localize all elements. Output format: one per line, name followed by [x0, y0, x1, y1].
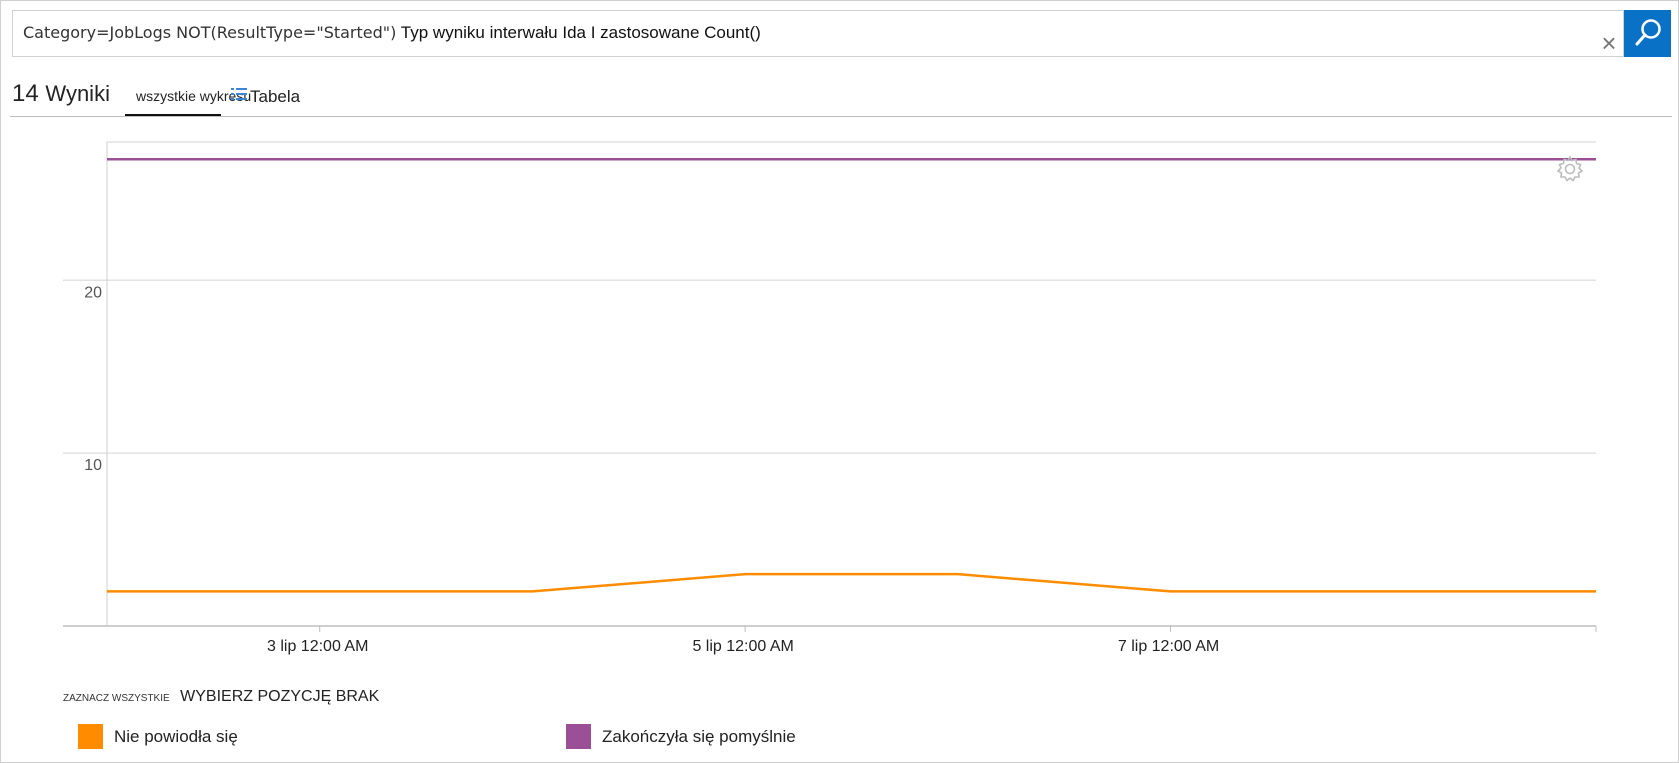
- search-input[interactable]: Category=JobLogs NOT(ResultType="Started…: [23, 23, 761, 43]
- select-none-button[interactable]: WYBIERZ POZYCJĘ BRAK: [180, 688, 379, 705]
- legend-label: Nie powiodła się: [114, 727, 238, 746]
- divider: [10, 116, 1672, 117]
- results-label: Wyniki: [45, 81, 110, 106]
- select-all-button[interactable]: ZAZNACZ WSZYSTKIE: [63, 693, 170, 704]
- query-description: Typ wyniku interwału Ida I zastosowane C…: [400, 23, 761, 42]
- line-chart: 10 20 3 lip 12:00 AM 5 lip 12:00 AM 7 lip 12…: [63, 141, 1597, 655]
- legend-swatch: [78, 724, 103, 749]
- series-line-0: [107, 572, 1596, 593]
- legend-swatch: [566, 724, 591, 749]
- query-text: Category=JobLogs NOT(ResultType="Started…: [23, 23, 397, 42]
- table-icon: [231, 87, 247, 106]
- close-icon[interactable]: ×: [1597, 30, 1621, 56]
- search-icon: [1635, 19, 1661, 46]
- y-tick-label: 20: [84, 284, 102, 301]
- results-count: 14 Wyniki: [12, 80, 110, 108]
- x-tick-label: 7 lip 12:00 AM: [1118, 638, 1219, 655]
- search-button[interactable]: [1624, 10, 1671, 57]
- legend-label: Zakończyła się pomyślnie: [602, 727, 796, 746]
- legend-controls: ZAZNACZ WSZYSTKIE WYBIERZ POZYCJĘ BRAK: [63, 688, 379, 706]
- tab-table[interactable]: Tabela: [250, 87, 300, 107]
- x-tick-label: 5 lip 12:00 AM: [692, 638, 793, 655]
- gear-icon[interactable]: [1555, 154, 1585, 189]
- search-bar[interactable]: Category=JobLogs NOT(ResultType="Started…: [12, 10, 1624, 57]
- x-tick-label: 3 lip 12:00 AM: [267, 638, 368, 655]
- results-header: 14 Wyniki wszystkie wykresu Tabela: [12, 80, 1672, 120]
- results-number: 14: [12, 80, 39, 107]
- y-tick-label: 10: [84, 457, 102, 474]
